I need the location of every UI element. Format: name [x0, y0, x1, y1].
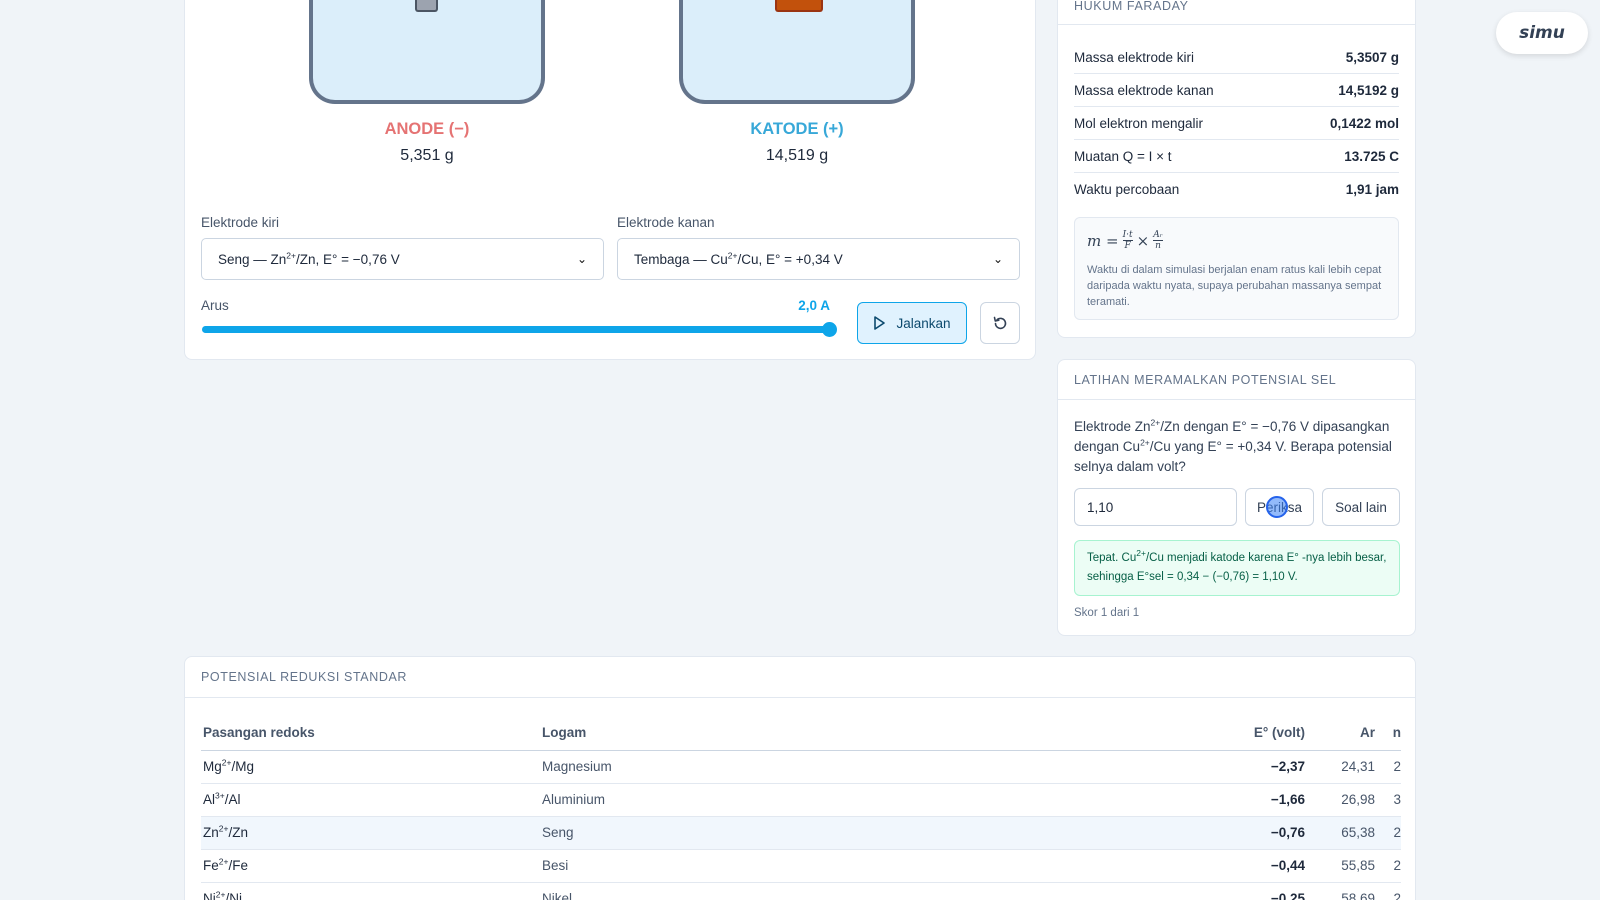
current-slider-fill: [202, 326, 830, 333]
right-beaker: [679, 0, 915, 104]
table-row: Fe2+/Fe Besi −0,44 55,85 2: [201, 850, 1401, 883]
current-value: 2,0 A: [798, 298, 830, 313]
cathode-label: KATODE (+): [750, 120, 844, 138]
left-electrode-select-value: Seng — Zn2+/Zn, E° = −0,76 V: [218, 250, 400, 267]
table-row: Mg2+/Mg Magnesium −2,37 24,31 2: [201, 751, 1401, 784]
next-question-label: Soal lain: [1335, 499, 1387, 515]
anode-label: ANODE (−): [384, 120, 470, 138]
anode-mass: 5,351 g: [400, 147, 454, 164]
answer-input[interactable]: 1,10: [1074, 488, 1237, 526]
formula-note: Waktu di dalam simulasi berjalan enam ra…: [1087, 264, 1382, 308]
reset-button[interactable]: [980, 302, 1020, 344]
left-electrode-label: Elektrode kiri: [201, 215, 280, 230]
practice-card: LATIHAN MERAMALKAN POTENSIAL SEL Elektro…: [1057, 359, 1416, 636]
faraday-row: Massa elektrode kiri 5,3507 g: [1074, 41, 1399, 74]
practice-question: Elektrode Zn2+/Zn dengan E° = −0,76 V di…: [1074, 417, 1392, 474]
faraday-formula: m = I·t F × Aᵣ n: [1087, 230, 1163, 251]
right-electrode-select[interactable]: Tembaga — Cu2+/Cu, E° = +0,34 V ⌄: [617, 238, 1020, 280]
current-slider[interactable]: [202, 322, 837, 337]
col-header-ar: Ar: [1359, 725, 1375, 740]
table-row: Al3+/Al Aluminium −1,66 26,98 3: [201, 784, 1401, 817]
cathode-mass: 14,519 g: [765, 147, 829, 164]
answer-feedback: Tepat. Cu2+/Cu menjadi katode karena E° …: [1074, 540, 1400, 596]
table-row: Ni2+/Ni Nikel −0,25 58,69 2: [203, 889, 1401, 900]
reduction-potential-card: POTENSIAL REDUKSI STANDAR Pasangan redok…: [184, 656, 1416, 900]
table-card-title: POTENSIAL REDUKSI STANDAR: [185, 657, 1415, 698]
faraday-card-title: HUKUM FARADAY: [1058, 0, 1415, 25]
left-beaker: [309, 0, 545, 104]
left-electrode-rod: [415, 0, 438, 12]
chevron-down-icon: ⌄: [576, 252, 587, 266]
current-label: Arus: [201, 298, 229, 313]
practice-card-title: LATIHAN MERAMALKAN POTENSIAL SEL: [1058, 360, 1415, 400]
simu-logo[interactable]: simu: [1496, 12, 1588, 54]
col-header-pair: Pasangan redoks: [203, 725, 315, 740]
right-electrode-rod: [775, 0, 823, 12]
run-button-label: Jalankan: [896, 315, 951, 331]
reset-icon: [993, 316, 1006, 329]
electrolysis-sim-card: ANODE (−) 5,351 g KATODE (+) 14,519 g El…: [184, 0, 1036, 360]
current-slider-handle[interactable]: [822, 322, 837, 337]
next-question-button[interactable]: Soal lain: [1322, 488, 1400, 526]
col-header-metal: Logam: [542, 725, 587, 740]
faraday-row: Massa elektrode kanan 14,5192 g: [1074, 74, 1399, 107]
play-icon: [874, 316, 886, 330]
col-header-n: n: [1392, 725, 1401, 740]
mouse-cursor-indicator: [1266, 496, 1288, 518]
col-header-potential: E° (volt): [1253, 725, 1305, 740]
right-electrode-label: Elektrode kanan: [617, 215, 715, 230]
faraday-row: Muatan Q = I × t 13.725 C: [1074, 140, 1399, 173]
faraday-card: HUKUM FARADAY Massa elektrode kiri 5,3507…: [1057, 0, 1416, 338]
left-electrode-select[interactable]: Seng — Zn2+/Zn, E° = −0,76 V ⌄: [201, 238, 604, 280]
table-row-highlighted: Zn2+/Zn Seng −0,76 65,38 2: [201, 817, 1401, 850]
right-electrode-select-value: Tembaga — Cu2+/Cu, E° = +0,34 V: [634, 250, 843, 267]
chevron-down-icon: ⌄: [992, 252, 1003, 266]
score-text: Skor 1 dari 1: [1074, 607, 1140, 619]
run-button[interactable]: Jalankan: [857, 302, 967, 344]
faraday-formula-box: m = I·t F × Aᵣ n Waktu di dalam simulasi b…: [1074, 217, 1399, 320]
faraday-row: Mol elektron mengalir 0,1422 mol: [1074, 107, 1399, 140]
faraday-row: Waktu percobaan 1,91 jam: [1074, 182, 1399, 197]
